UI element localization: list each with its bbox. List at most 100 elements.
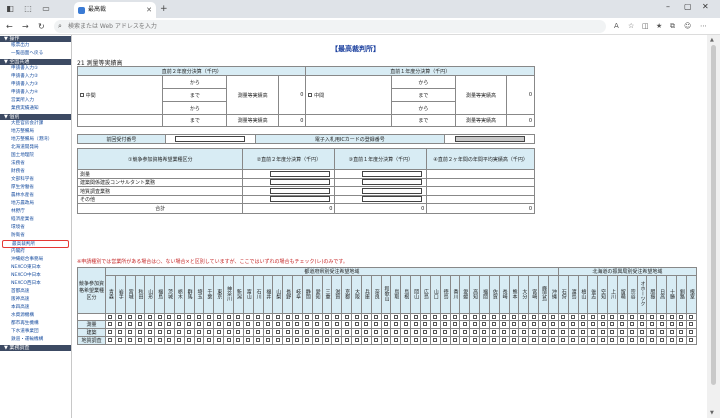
region-checkbox[interactable] bbox=[364, 330, 369, 334]
region-checkbox[interactable] bbox=[541, 322, 546, 326]
perf-amount-input[interactable] bbox=[270, 187, 331, 194]
region-checkbox[interactable] bbox=[452, 330, 457, 334]
region-checkbox[interactable] bbox=[354, 330, 359, 334]
region-checkbox[interactable] bbox=[324, 338, 329, 342]
region-checkbox[interactable] bbox=[443, 338, 448, 342]
collections-icon[interactable]: ⬚ bbox=[22, 3, 34, 15]
all-checkbox[interactable] bbox=[236, 314, 241, 319]
region-checkbox[interactable] bbox=[679, 338, 684, 342]
region-checkbox[interactable] bbox=[482, 330, 487, 334]
region-checkbox[interactable] bbox=[492, 322, 497, 326]
region-checkbox[interactable] bbox=[236, 330, 241, 334]
sidebar-item[interactable]: 下水道事業団 bbox=[0, 328, 71, 336]
middle-checkbox-2[interactable] bbox=[308, 93, 313, 97]
url-input[interactable]: ⌕ 検索または Web アドレスを入力 bbox=[54, 20, 606, 33]
region-checkbox[interactable] bbox=[118, 330, 123, 334]
region-checkbox[interactable] bbox=[374, 330, 379, 334]
region-checkbox[interactable] bbox=[108, 338, 113, 342]
all-checkbox[interactable] bbox=[167, 314, 172, 319]
region-checkbox[interactable] bbox=[561, 322, 566, 326]
region-checkbox[interactable] bbox=[580, 322, 585, 326]
all-checkbox[interactable] bbox=[344, 314, 349, 319]
all-checkbox[interactable] bbox=[315, 314, 320, 319]
region-checkbox[interactable] bbox=[256, 330, 261, 334]
sidebar-item[interactable]: 鉄道・運輸機構 bbox=[0, 336, 71, 344]
region-checkbox[interactable] bbox=[403, 330, 408, 334]
all-checkbox[interactable] bbox=[571, 314, 576, 319]
region-checkbox[interactable] bbox=[265, 322, 270, 326]
region-checkbox[interactable] bbox=[600, 322, 605, 326]
region-checkbox[interactable] bbox=[423, 338, 428, 342]
region-checkbox[interactable] bbox=[521, 322, 526, 326]
sidebar-item[interactable]: 財務省 bbox=[0, 168, 71, 176]
region-checkbox[interactable] bbox=[157, 322, 162, 326]
region-checkbox[interactable] bbox=[285, 322, 290, 326]
region-checkbox[interactable] bbox=[177, 330, 182, 334]
favorite-icon[interactable]: ☆ bbox=[628, 21, 634, 32]
region-checkbox[interactable] bbox=[315, 322, 320, 326]
region-checkbox[interactable] bbox=[452, 338, 457, 342]
sidebar-item[interactable]: 都市再生機構 bbox=[0, 320, 71, 328]
sidebar-item[interactable]: 厚生労働省 bbox=[0, 184, 71, 192]
region-checkbox[interactable] bbox=[669, 338, 674, 342]
region-checkbox[interactable] bbox=[521, 338, 526, 342]
region-checkbox[interactable] bbox=[541, 330, 546, 334]
region-checkbox[interactable] bbox=[118, 338, 123, 342]
region-checkbox[interactable] bbox=[275, 330, 280, 334]
prev-no-input[interactable] bbox=[175, 135, 246, 142]
region-checkbox[interactable] bbox=[639, 338, 644, 342]
region-checkbox[interactable] bbox=[433, 330, 438, 334]
region-checkbox[interactable] bbox=[462, 338, 467, 342]
sidebar-item[interactable]: 国土地理院 bbox=[0, 152, 71, 160]
region-checkbox[interactable] bbox=[659, 330, 664, 334]
all-checkbox[interactable] bbox=[452, 314, 457, 319]
sidebar-item[interactable]: 申請書入力② bbox=[0, 73, 71, 81]
region-checkbox[interactable] bbox=[206, 338, 211, 342]
region-checkbox[interactable] bbox=[561, 338, 566, 342]
sidebar-item[interactable]: 営業所入力 bbox=[0, 97, 71, 105]
region-checkbox[interactable] bbox=[315, 338, 320, 342]
region-checkbox[interactable] bbox=[610, 330, 615, 334]
region-checkbox[interactable] bbox=[374, 322, 379, 326]
all-checkbox[interactable] bbox=[443, 314, 448, 319]
region-checkbox[interactable] bbox=[502, 330, 507, 334]
maximize-icon[interactable]: ▢ bbox=[684, 2, 692, 11]
all-checkbox[interactable] bbox=[403, 314, 408, 319]
region-checkbox[interactable] bbox=[600, 338, 605, 342]
perf-amount-input[interactable] bbox=[270, 196, 331, 203]
sidebar-item[interactable]: 申請書入力③ bbox=[0, 81, 71, 89]
region-checkbox[interactable] bbox=[512, 322, 517, 326]
region-checkbox[interactable] bbox=[492, 338, 497, 342]
read-aloud-icon[interactable]: A bbox=[614, 21, 619, 32]
all-checkbox[interactable] bbox=[482, 314, 487, 319]
region-checkbox[interactable] bbox=[147, 338, 152, 342]
region-checkbox[interactable] bbox=[472, 330, 477, 334]
region-checkbox[interactable] bbox=[669, 330, 674, 334]
tab-active[interactable]: 最高裁 ✕ bbox=[74, 2, 156, 18]
region-checkbox[interactable] bbox=[541, 338, 546, 342]
region-checkbox[interactable] bbox=[384, 338, 389, 342]
region-checkbox[interactable] bbox=[177, 322, 182, 326]
all-checkbox[interactable] bbox=[295, 314, 300, 319]
region-checkbox[interactable] bbox=[659, 338, 664, 342]
region-checkbox[interactable] bbox=[384, 330, 389, 334]
region-checkbox[interactable] bbox=[118, 322, 123, 326]
region-checkbox[interactable] bbox=[374, 338, 379, 342]
region-checkbox[interactable] bbox=[512, 330, 517, 334]
region-checkbox[interactable] bbox=[137, 338, 142, 342]
region-checkbox[interactable] bbox=[354, 338, 359, 342]
sidebar-item[interactable]: NEXCO西日本 bbox=[0, 280, 71, 288]
sidebar-item[interactable]: 申請書入力④ bbox=[0, 89, 71, 97]
region-checkbox[interactable] bbox=[305, 338, 310, 342]
region-checkbox[interactable] bbox=[472, 338, 477, 342]
new-tab-icon[interactable]: + bbox=[160, 3, 168, 15]
all-checkbox[interactable] bbox=[521, 314, 526, 319]
sidebar-item[interactable]: 水資源機構 bbox=[0, 312, 71, 320]
region-checkbox[interactable] bbox=[679, 330, 684, 334]
region-checkbox[interactable] bbox=[256, 338, 261, 342]
back-icon[interactable]: ← bbox=[6, 21, 13, 32]
region-checkbox[interactable] bbox=[403, 338, 408, 342]
region-checkbox[interactable] bbox=[246, 338, 251, 342]
region-checkbox[interactable] bbox=[216, 330, 221, 334]
region-checkbox[interactable] bbox=[285, 330, 290, 334]
